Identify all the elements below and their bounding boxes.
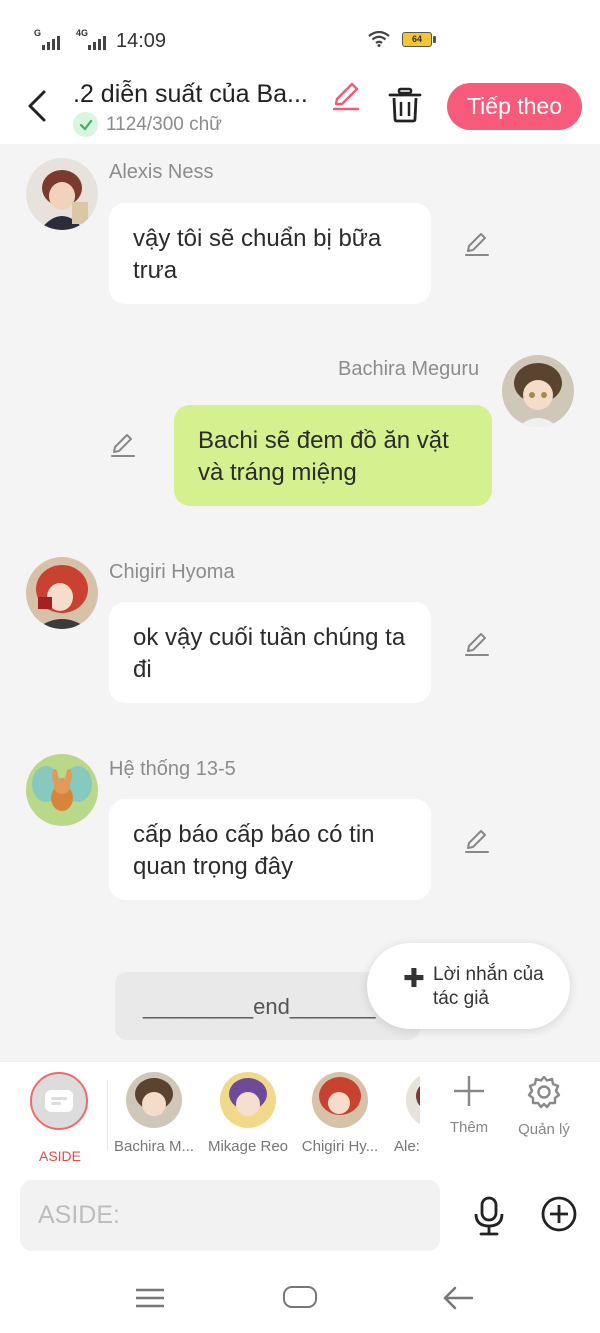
signal-icon: G <box>34 28 60 50</box>
menu-icon[interactable] <box>135 1287 165 1309</box>
signal-4g-icon: 4G <box>76 28 106 50</box>
aside-tab[interactable]: ASIDE <box>30 1072 90 1164</box>
avatar <box>406 1072 420 1128</box>
aside-icon <box>45 1090 73 1112</box>
avatar <box>312 1072 368 1128</box>
edit-message-icon[interactable] <box>109 431 137 459</box>
end-text: _________end_______ <box>143 994 376 1019</box>
header: .2 diễn suất của Ba... 1124/300 chữ Tiếp… <box>0 72 600 144</box>
avatar-chigiri-hyoma[interactable] <box>26 557 98 629</box>
character-item[interactable]: Chigiri Hy... <box>299 1072 381 1155</box>
plus-icon: ✚ <box>403 963 425 993</box>
sender-name: Bachira Meguru <box>338 358 480 380</box>
avatar <box>126 1072 182 1128</box>
status-bar: G 4G 14:09 64 <box>0 0 600 80</box>
next-button[interactable]: Tiếp theo <box>447 83 582 130</box>
message-bubble[interactable]: ok vậy cuối tuần chúng ta đi <box>109 602 431 703</box>
message-bubble[interactable]: vậy tôi sẽ chuẩn bị bữa trưa <box>109 203 431 304</box>
home-icon[interactable] <box>283 1286 317 1308</box>
edit-message-icon[interactable] <box>463 827 491 855</box>
character-item[interactable]: Bachira M... <box>113 1072 195 1155</box>
manage-button[interactable]: Quản lý <box>514 1074 574 1138</box>
author-note-button[interactable]: ✚ Lời nhắn của tác giả <box>367 943 570 1029</box>
gear-icon <box>527 1075 561 1109</box>
microphone-icon[interactable] <box>470 1195 508 1237</box>
avatar-bachira-meguru[interactable] <box>502 355 574 427</box>
character-item[interactable]: Ale: <box>394 1072 420 1155</box>
message-bubble[interactable]: cấp báo cấp báo có tin quan trọng đây <box>109 799 431 900</box>
check-icon <box>73 112 98 137</box>
add-character-button[interactable]: Thêm <box>439 1074 499 1136</box>
message-input[interactable] <box>20 1180 440 1251</box>
sender-name: Alexis Ness <box>109 161 214 183</box>
battery-icon: 64 <box>402 31 436 47</box>
wifi-icon <box>368 31 390 47</box>
word-count: 1124/300 chữ <box>106 113 222 135</box>
clock: 14:09 <box>116 30 167 52</box>
edit-message-icon[interactable] <box>463 230 491 258</box>
trash-icon[interactable] <box>386 86 424 124</box>
character-item[interactable]: Mikage Reo <box>207 1072 289 1155</box>
avatar <box>220 1072 276 1128</box>
sender-name: Hệ thống 13-5 <box>109 758 236 780</box>
edit-title-icon[interactable] <box>330 80 362 112</box>
avatar-alexis-ness[interactable] <box>26 158 98 230</box>
back-icon[interactable] <box>20 86 54 126</box>
avatar-he-thong[interactable] <box>26 754 98 826</box>
author-note-label: Lời nhắn của tác giả <box>433 964 544 1009</box>
plus-icon <box>454 1076 484 1106</box>
sender-name: Chigiri Hyoma <box>109 561 235 583</box>
edit-message-icon[interactable] <box>463 630 491 658</box>
aside-label: ASIDE <box>38 1148 81 1164</box>
my-message-bubble[interactable]: Bachi sẽ đem đồ ăn vặt và tráng miệng <box>174 405 492 506</box>
page-title: .2 diễn suất của Ba... <box>73 80 308 108</box>
back-arrow-icon[interactable] <box>443 1285 473 1311</box>
character-bar: ASIDE Bachira M... Mikage Reo Chigiri Hy… <box>0 1061 600 1167</box>
system-navigation-bar <box>0 1263 600 1333</box>
input-bar <box>0 1167 600 1263</box>
chat-area[interactable]: Alexis Ness vậy tôi sẽ chuẩn bị bữa trưa… <box>0 144 600 1061</box>
add-circle-icon[interactable] <box>540 1195 578 1233</box>
